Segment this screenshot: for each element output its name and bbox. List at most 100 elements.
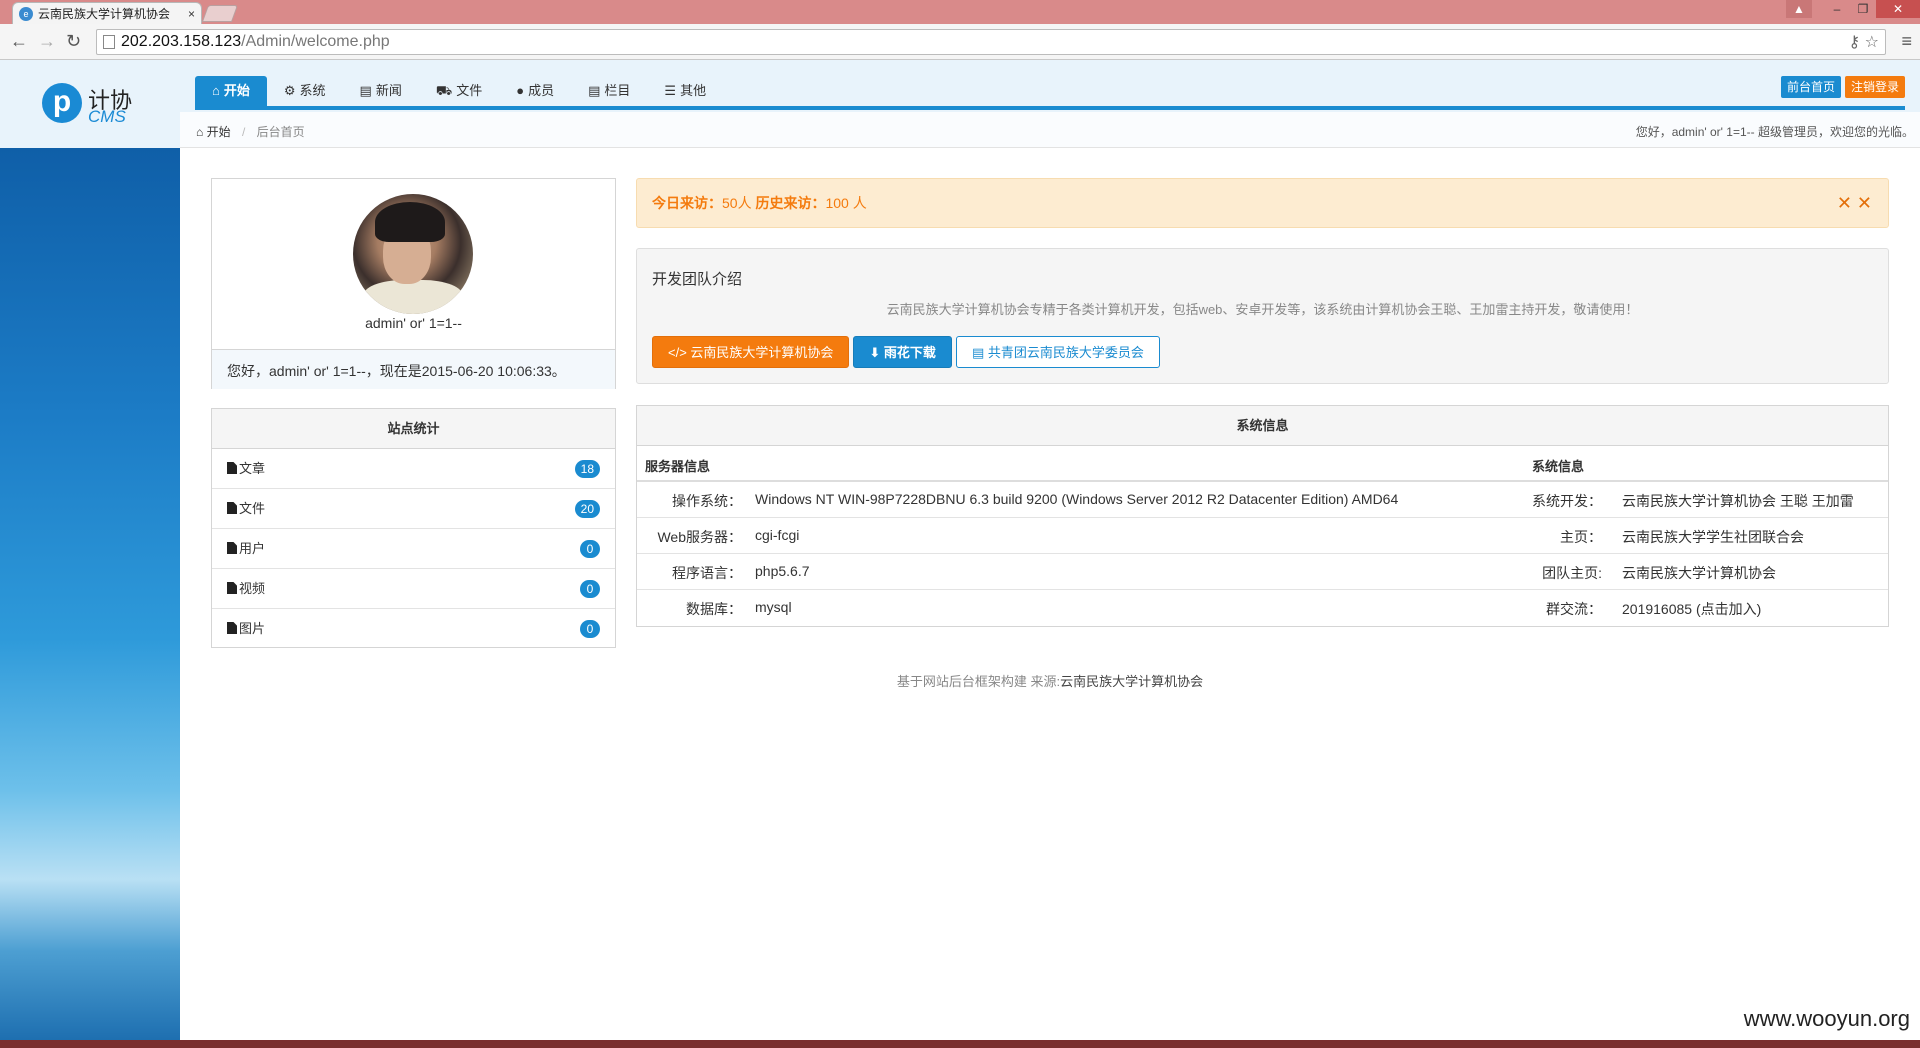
count-badge: 0 (580, 540, 600, 558)
user-profile-icon[interactable]: ▲ (1786, 0, 1812, 18)
server-info-header: 服务器信息 (645, 459, 711, 474)
footer-source-link[interactable]: 云南民族大学计算机协会 (1060, 674, 1203, 689)
system-info-panel: 系统信息 服务器信息 系统信息 操作系统： Windows NT WIN-98P… (636, 405, 1889, 627)
stat-label: 文章 (239, 461, 266, 476)
file-icon: ▤ (588, 83, 601, 98)
file-icon (227, 542, 237, 554)
table-row: Web服务器： cgi-fcgi 主页： 云南民族大学学生社团联合会 (637, 518, 1888, 554)
association-link-button[interactable]: </> 云南民族大学计算机协会 (652, 336, 850, 368)
row-key: 团队主页: (1542, 565, 1602, 581)
footer-prefix: 基于网站后台框架构建 来源: (896, 674, 1061, 689)
file-icon (227, 622, 237, 634)
row-key: Web服务器： (657, 529, 742, 545)
window-close-icon[interactable]: ✕ (1876, 0, 1920, 18)
tab-close-icon[interactable]: × (188, 7, 195, 21)
system-info-title: 系统信息 (637, 406, 1888, 446)
logo-mark: p (42, 83, 82, 123)
top-buttons: 前台首页 注销登录 (1780, 76, 1905, 98)
nav-label: 文件 (456, 83, 483, 98)
row-value: 云南民族大学计算机协会 王聪 王加雷 (1622, 493, 1854, 509)
download-button[interactable]: ⬇ 雨花下载 (853, 336, 952, 368)
nav-item-columns[interactable]: ▤ 栏目 (571, 76, 647, 106)
browser-tab[interactable]: e 云南民族大学计算机协会 × (12, 2, 202, 24)
stat-label: 图片 (239, 621, 266, 636)
row-key: 主页： (1560, 529, 1602, 545)
today-visits-value: 50人 (722, 195, 752, 211)
team-description: 云南民族大学计算机协会专精于各类计算机开发，包括web、安卓开发等，该系统由计算… (886, 302, 1639, 317)
profile-name: admin' or' 1=1-- (365, 315, 462, 331)
youth-league-link-button[interactable]: ▤ 共青团云南民族大学委员会 (955, 336, 1160, 368)
row-value[interactable]: 201916085 (点击加入) (1622, 599, 1761, 619)
cart-icon: ⛟ (435, 83, 453, 98)
forward-icon[interactable]: → (38, 32, 56, 50)
sidebar-background (0, 148, 180, 1040)
row-key: 操作系统： (672, 493, 742, 509)
breadcrumb: ⌂ 开始 / 后台首页 (196, 123, 305, 140)
watermark: www.wooyun.org (1743, 1006, 1910, 1031)
minimize-icon[interactable]: – (1824, 0, 1850, 18)
breadcrumb-current: 后台首页 (256, 125, 305, 139)
logo[interactable]: p 计协 CMS (42, 83, 142, 129)
tab-title: 云南民族大学计算机协会 (38, 7, 171, 21)
row-value: php5.6.7 (755, 563, 810, 579)
file-icon (227, 462, 237, 474)
row-value: 云南民族大学计算机协会 (1622, 565, 1776, 581)
window-controls: ▲ – ❐ ✕ (1786, 0, 1920, 20)
stat-label: 用户 (239, 541, 266, 556)
main-nav: ⌂ 开始 ⚙ 系统 ▤ 新闻 ⛟ 文件 ● 成员 ▤ 栏目 ☰ 其他 (195, 76, 723, 106)
gear-icon: ⚙ (283, 83, 296, 98)
nav-item-other[interactable]: ☰ 其他 (647, 76, 723, 106)
bookmark-star-icon[interactable]: ⚷ ☆ (1848, 32, 1879, 52)
system-info-subheader: 服务器信息 系统信息 (637, 446, 1888, 482)
table-row: 操作系统： Windows NT WIN-98P7228DBNU 6.3 bui… (637, 482, 1888, 518)
today-visits-label: 今日来访： (652, 195, 722, 211)
row-key: 系统开发： (1532, 493, 1602, 509)
nav-item-system[interactable]: ⚙ 系统 (267, 76, 343, 106)
avatar-shirt (363, 280, 463, 314)
row-value: mysql (755, 599, 792, 615)
logo-subtext: CMS (88, 107, 126, 126)
nav-label: 其他 (680, 83, 707, 98)
user-greeting: 您好，admin' or' 1=1-- 超级管理员，欢迎您的光临。 (1635, 125, 1914, 139)
restore-icon[interactable]: ❐ (1850, 0, 1876, 18)
footer-note: 基于网站后台框架构建 来源:云南民族大学计算机协会 (0, 671, 1920, 690)
team-intro-panel: 开发团队介绍 云南民族大学计算机协会专精于各类计算机开发，包括web、安卓开发等… (636, 248, 1889, 384)
close-icon[interactable]: ✕ ✕ (1837, 179, 1872, 227)
table-row: 程序语言： php5.6.7 团队主页: 云南民族大学计算机协会 (637, 554, 1888, 590)
nav-item-files[interactable]: ⛟ 文件 (419, 76, 499, 106)
logout-button[interactable]: 注销登录 (1844, 76, 1905, 98)
file-icon (227, 502, 237, 514)
stat-item-users[interactable]: 用户 0 (212, 529, 615, 569)
row-key: 程序语言： (672, 565, 742, 581)
home-icon: ⌂ (212, 83, 220, 98)
stat-item-articles[interactable]: 文章 18 (212, 449, 615, 489)
list-icon: ☰ (664, 83, 677, 98)
nav-label: 开始 (223, 83, 250, 98)
team-buttons: </> 云南民族大学计算机协会 ⬇ 雨花下载 ▤ 共青团云南民族大学委员会 (652, 336, 1160, 368)
browser-tabstrip: e 云南民族大学计算机协会 × ▲ – ❐ ✕ (0, 0, 1920, 24)
row-key: 数据库： (686, 601, 742, 617)
url-host: 202.203.158.123 (121, 33, 242, 50)
avatar (353, 194, 473, 314)
profile-welcome: 您好，admin' or' 1=1--，现在是2015-06-20 10:06:… (212, 349, 615, 389)
stat-item-videos[interactable]: 视频 0 (212, 569, 615, 609)
front-page-button[interactable]: 前台首页 (1780, 76, 1841, 98)
user-icon: ● (516, 83, 525, 98)
stat-item-images[interactable]: 图片 0 (212, 609, 615, 649)
nav-item-start[interactable]: ⌂ 开始 (195, 76, 267, 106)
back-icon[interactable]: ← (10, 32, 28, 50)
nav-label: 系统 (299, 83, 326, 98)
stat-item-files[interactable]: 文件 20 (212, 489, 615, 529)
nav-item-news[interactable]: ▤ 新闻 (343, 76, 419, 106)
address-bar[interactable]: 202.203.158.123 /Admin/welcome.php ⚷ ☆ (96, 29, 1886, 55)
browser-menu-icon[interactable]: ≡ (1901, 31, 1912, 52)
site-favicon-icon: e (19, 6, 33, 21)
count-badge: 20 (574, 500, 600, 518)
row-value: Windows NT WIN-98P7228DBNU 6.3 build 920… (755, 491, 1399, 507)
reload-icon[interactable]: ↻ (66, 32, 81, 50)
breadcrumb-separator: / (241, 125, 246, 139)
new-tab-button[interactable] (201, 5, 239, 22)
breadcrumb-home[interactable]: 开始 (207, 125, 231, 139)
breadcrumb-bar: ⌂ 开始 / 后台首页 您好，admin' or' 1=1-- 超级管理员，欢迎… (180, 112, 1920, 148)
nav-item-members[interactable]: ● 成员 (499, 76, 571, 106)
